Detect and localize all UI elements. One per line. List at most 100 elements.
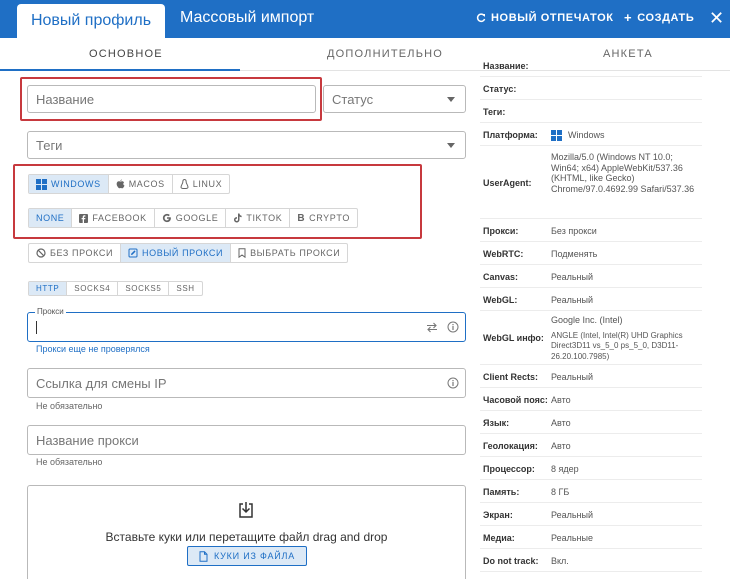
proxy-name-input[interactable]: Название прокси — [27, 425, 466, 455]
summary-row: Геолокация: Авто — [480, 434, 702, 457]
summary-label: Экран: — [483, 509, 513, 520]
summary-label: Прокси: — [483, 225, 519, 236]
summary-value: Реальный — [551, 371, 594, 382]
summary-value-detail: ANGLE (Intel, Intel(R) UHD Graphics Dire… — [551, 330, 683, 361]
summary-value: Подменять — [551, 248, 598, 259]
summary-label: UserAgent: — [483, 177, 532, 188]
new-fingerprint-label: НОВЫЙ ОТПЕЧАТОК — [491, 12, 614, 24]
summary-row: Client Rects: Реальный — [480, 365, 702, 388]
no-entry-icon — [36, 248, 46, 258]
template-selector: NONE FACEBOOK GOOGLE TIKTOK B CRYPTO — [28, 208, 358, 228]
info-icon[interactable] — [447, 377, 459, 389]
summary-row: WebRTC: Подменять — [480, 242, 702, 265]
proxy-label: Прокси — [35, 307, 66, 316]
create-button[interactable]: + СОЗДАТЬ — [624, 11, 695, 24]
os-option-macos[interactable]: MACOS — [109, 175, 173, 193]
proxy-mode-none[interactable]: БЕЗ ПРОКСИ — [29, 244, 122, 262]
proxy-type-http[interactable]: HTTP — [29, 282, 68, 295]
cookies-from-file-button[interactable]: КУКИ ИЗ ФАЙЛА — [187, 546, 307, 566]
template-crypto[interactable]: B CRYPTO — [290, 209, 357, 227]
template-tiktok[interactable]: TIKTOK — [226, 209, 291, 227]
summary-label: WebGL: — [483, 294, 518, 305]
summary-row: Название: — [480, 54, 702, 77]
proxy-type-socks4[interactable]: SOCKS4 — [67, 282, 119, 295]
edit-icon — [128, 248, 138, 258]
tab-bulk-import[interactable]: Массовый импорт — [180, 9, 314, 27]
proxy-mode-select[interactable]: ВЫБРАТЬ ПРОКСИ — [231, 244, 347, 262]
summary-label: Платформа: — [483, 129, 538, 140]
status-select[interactable]: Статус — [323, 85, 466, 113]
summary-label: WebRTC: — [483, 248, 524, 259]
summary-row: Платформа: Windows — [480, 123, 702, 146]
summary-value: Авто — [551, 394, 571, 405]
bookmark-icon — [238, 248, 246, 258]
highlight-box-name — [20, 77, 322, 121]
ip-change-link-input[interactable]: Ссылка для смены IP — [27, 368, 466, 398]
summary-row: Процессор: 8 ядер — [480, 457, 702, 480]
file-icon — [199, 550, 208, 562]
proxy-name-hint: Не обязательно — [36, 457, 103, 467]
info-icon[interactable] — [447, 321, 459, 333]
bitcoin-icon: B — [297, 212, 306, 224]
summary-label: Часовой пояс: — [483, 394, 548, 405]
tags-select[interactable]: Теги — [27, 131, 466, 159]
summary-label: Название: — [483, 60, 529, 71]
os-selector: WINDOWS MACOS LINUX — [28, 174, 231, 194]
new-fingerprint-button[interactable]: НОВЫЙ ОТПЕЧАТОК — [476, 12, 614, 24]
summary-row: Экран: Реальный — [480, 503, 702, 526]
proxy-type-socks5[interactable]: SOCKS5 — [118, 282, 170, 295]
summary-value: Реальные — [551, 532, 594, 543]
proxy-type-ssh[interactable]: SSH — [169, 282, 201, 295]
summary-label: Do not track: — [483, 555, 539, 566]
subtab-advanced[interactable]: ДОПОЛНИТЕЛЬНО — [327, 48, 443, 60]
template-google[interactable]: GOOGLE — [155, 209, 227, 227]
template-facebook[interactable]: FACEBOOK — [72, 209, 155, 227]
summary-label: Процессор: — [483, 463, 535, 474]
windows-icon — [36, 178, 47, 190]
summary-label: Язык: — [483, 417, 510, 428]
proxy-hint: Прокси еще не проверялся — [36, 344, 150, 354]
summary-row: Часовой пояс: Авто — [480, 388, 702, 411]
ip-change-link-placeholder: Ссылка для смены IP — [36, 375, 167, 391]
summary-row: Теги: — [480, 100, 702, 123]
app-header: Новый профиль Массовый импорт НОВЫЙ ОТПЕ… — [0, 0, 730, 38]
summary-row: WebGL инфо: Google Inc. (Intel) ANGLE (Int… — [480, 311, 702, 365]
chevron-down-icon — [447, 143, 455, 148]
summary-label: Canvas: — [483, 271, 519, 282]
summary-value: 8 ядер — [551, 463, 579, 474]
summary-label: Client Rects: — [483, 371, 539, 382]
linux-icon — [180, 179, 189, 189]
create-label: СОЗДАТЬ — [637, 12, 695, 24]
swap-icon[interactable] — [426, 322, 438, 333]
summary-row: Статус: — [480, 77, 702, 100]
summary-label: WebGL инфо: — [483, 333, 544, 343]
summary-label: Теги: — [483, 106, 506, 117]
proxy-type-selector: HTTP SOCKS4 SOCKS5 SSH — [28, 281, 203, 296]
subtab-main[interactable]: ОСНОВНОЕ — [89, 48, 163, 60]
summary-value: Windows — [551, 130, 701, 141]
summary-label: Геолокация: — [483, 440, 538, 451]
google-icon — [162, 213, 171, 223]
tab-new-profile[interactable]: Новый профиль — [17, 4, 165, 38]
summary-value: Авто — [551, 440, 571, 451]
os-option-windows[interactable]: WINDOWS — [29, 175, 109, 193]
template-none[interactable]: NONE — [29, 209, 73, 227]
close-icon[interactable]: ✕ — [709, 9, 724, 27]
windows-icon — [551, 129, 562, 141]
proxy-mode-new[interactable]: НОВЫЙ ПРОКСИ — [121, 244, 232, 262]
proxy-input[interactable]: Прокси — [27, 307, 466, 342]
text-cursor — [36, 321, 37, 334]
os-option-linux[interactable]: LINUX — [173, 175, 230, 193]
summary-row: Прокси: Без прокси — [480, 219, 702, 242]
proxy-name-placeholder: Название прокси — [36, 432, 139, 448]
summary-row: Do not track: Вкл. — [480, 549, 702, 572]
summary-row: Медиа: Реальные — [480, 526, 702, 549]
summary-value: Mozilla/5.0 (Windows NT 10.0; Win64; x64… — [551, 152, 695, 194]
cookies-dropzone[interactable]: Вставьте куки или перетащите файл drag a… — [27, 485, 466, 579]
summary-value: Реальный — [551, 294, 594, 305]
profile-panel: ОСНОВНОЕ ДОПОЛНИТЕЛЬНО АНКЕТА Название С… — [0, 38, 730, 579]
summary-value: Реальный — [551, 509, 594, 520]
summary-value: Вкл. — [551, 555, 569, 566]
summary-value: Реальный — [551, 271, 594, 282]
summary-row: Память: 8 ГБ — [480, 480, 702, 503]
